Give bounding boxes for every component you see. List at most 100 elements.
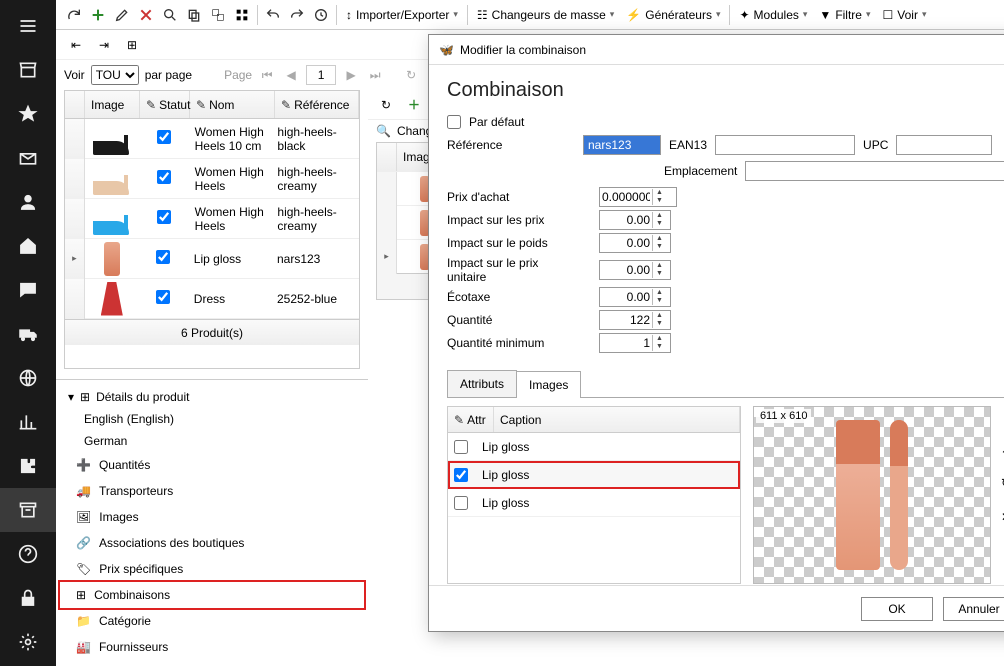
purchase-field[interactable]: ▲▼: [599, 187, 677, 207]
status-checkbox[interactable]: [156, 290, 170, 304]
filter-dropdown[interactable]: ▼ Filtre▾: [813, 3, 876, 27]
minqty-input[interactable]: [600, 334, 652, 352]
generators-dropdown[interactable]: ⚡ Générateurs▾: [620, 3, 726, 27]
sidebar-item-transporteurs[interactable]: 🚚Transporteurs: [60, 478, 364, 504]
columns-button[interactable]: ⊞: [120, 33, 144, 57]
add-button[interactable]: [86, 3, 110, 27]
search-button[interactable]: [158, 3, 182, 27]
step-up-icon[interactable]: ▲: [652, 262, 666, 270]
person-icon[interactable]: [0, 180, 56, 224]
weightimpact-input[interactable]: [600, 234, 652, 252]
step-up-icon[interactable]: ▲: [652, 212, 666, 220]
detail-add-button[interactable]: ＋: [402, 93, 426, 117]
store-icon[interactable]: [0, 48, 56, 92]
priceimpact-field[interactable]: ▲▼: [599, 210, 671, 230]
col-image[interactable]: Image: [85, 91, 140, 118]
reference-input[interactable]: [583, 135, 661, 155]
image-checkbox[interactable]: [454, 440, 468, 454]
ean-input[interactable]: [715, 135, 855, 155]
sidebar-item-fournisseurs[interactable]: 🏭Fournisseurs: [60, 634, 364, 660]
last-page-button[interactable]: ⏭: [366, 68, 384, 83]
gear-icon[interactable]: [0, 620, 56, 664]
duplicate-button[interactable]: [206, 3, 230, 27]
unitimpact-field[interactable]: ▲▼: [599, 260, 671, 280]
home-icon[interactable]: [0, 224, 56, 268]
undo-button[interactable]: [261, 3, 285, 27]
qty-field[interactable]: ▲▼: [599, 310, 671, 330]
delete-button[interactable]: [134, 3, 158, 27]
refresh-button[interactable]: [62, 3, 86, 27]
step-up-icon[interactable]: ▲: [652, 335, 666, 343]
step-up-icon[interactable]: ▲: [652, 189, 666, 197]
unitimpact-input[interactable]: [600, 261, 652, 279]
step-down-icon[interactable]: ▼: [652, 197, 666, 205]
sidebar-item-associations-des-boutiques[interactable]: 🔗Associations des boutiques: [60, 530, 364, 556]
image-checkbox[interactable]: [454, 496, 468, 510]
mass-change-dropdown[interactable]: ☷ Changeurs de masse▾: [471, 3, 620, 27]
image-list-row[interactable]: Lip gloss: [448, 461, 740, 489]
grid-button[interactable]: [230, 3, 254, 27]
lang-english[interactable]: English (English): [60, 408, 364, 430]
status-checkbox[interactable]: [157, 210, 171, 224]
step-up-icon[interactable]: ▲: [652, 312, 666, 320]
qty-input[interactable]: [600, 311, 652, 329]
location-input[interactable]: [745, 161, 1004, 181]
redo-button[interactable]: [285, 3, 309, 27]
collapse-button[interactable]: ⇤: [64, 33, 88, 57]
sidebar-item-prix-spécifiques[interactable]: 🏷Prix spécifiques: [60, 556, 364, 582]
cancel-button[interactable]: Annuler: [943, 597, 1004, 621]
sidebar-item-quantités[interactable]: ➕Quantités: [60, 452, 364, 478]
detail-refresh-button[interactable]: ↻: [374, 93, 398, 117]
copy-button[interactable]: [182, 3, 206, 27]
status-checkbox[interactable]: [156, 250, 170, 264]
lock-icon[interactable]: [0, 576, 56, 620]
weightimpact-field[interactable]: ▲▼: [599, 233, 671, 253]
ecotax-input[interactable]: [600, 288, 652, 306]
step-up-icon[interactable]: ▲: [652, 289, 666, 297]
prev-page-button[interactable]: ◀: [282, 68, 300, 82]
status-checkbox[interactable]: [157, 130, 171, 144]
import-export-dropdown[interactable]: ↕ Importer/Exporter▾: [340, 3, 464, 27]
table-row[interactable]: Dress 25252-blue: [65, 279, 359, 319]
sidebar-item-catégorie[interactable]: 📁Catégorie: [60, 608, 364, 634]
ecotax-field[interactable]: ▲▼: [599, 287, 671, 307]
page-input[interactable]: [306, 65, 336, 85]
sidebar-item-combinaisons[interactable]: ⊞Combinaisons: [60, 582, 364, 608]
expand-button[interactable]: ⇥: [92, 33, 116, 57]
sidebar-item-images[interactable]: 🖼Images: [60, 504, 364, 530]
step-up-icon[interactable]: ▲: [652, 235, 666, 243]
tab-attributes[interactable]: Attributs: [447, 370, 517, 397]
default-checkbox[interactable]: [447, 115, 461, 129]
help-icon[interactable]: [0, 532, 56, 576]
page-refresh-button[interactable]: ↻: [402, 68, 420, 82]
truck-icon[interactable]: [0, 312, 56, 356]
perpage-select[interactable]: TOU: [91, 65, 139, 85]
puzzle-icon[interactable]: [0, 444, 56, 488]
next-page-button[interactable]: ▶: [342, 68, 360, 82]
inbox-icon[interactable]: [0, 136, 56, 180]
globe-icon[interactable]: [0, 356, 56, 400]
imglist-col-caption[interactable]: Caption: [494, 407, 740, 432]
imglist-col-attr[interactable]: ✎Attr: [448, 407, 494, 432]
edit-button[interactable]: [110, 3, 134, 27]
purchase-input[interactable]: [600, 188, 652, 206]
lang-german[interactable]: German: [60, 430, 364, 452]
step-down-icon[interactable]: ▼: [652, 270, 666, 278]
first-page-button[interactable]: ⏮: [258, 68, 276, 83]
table-row[interactable]: Women High Heels high-heels-creamy: [65, 199, 359, 239]
tab-images[interactable]: Images: [516, 371, 581, 398]
chat-icon[interactable]: [0, 268, 56, 312]
table-row[interactable]: Women High Heels high-heels-creamy: [65, 159, 359, 199]
view-dropdown[interactable]: ☐ Voir▾: [877, 3, 933, 27]
archive-icon[interactable]: [0, 488, 56, 532]
status-checkbox[interactable]: [157, 170, 171, 184]
detail-header[interactable]: ▾ ⊞ Détails du produit: [60, 386, 364, 408]
ok-button[interactable]: OK: [861, 597, 933, 621]
table-row[interactable]: ▸ Lip gloss nars123: [65, 239, 359, 279]
step-down-icon[interactable]: ▼: [652, 297, 666, 305]
step-down-icon[interactable]: ▼: [652, 343, 666, 351]
col-reference[interactable]: ✎Référence: [275, 91, 359, 118]
image-list-row[interactable]: Lip gloss: [448, 433, 740, 461]
step-down-icon[interactable]: ▼: [652, 320, 666, 328]
chart-icon[interactable]: [0, 400, 56, 444]
